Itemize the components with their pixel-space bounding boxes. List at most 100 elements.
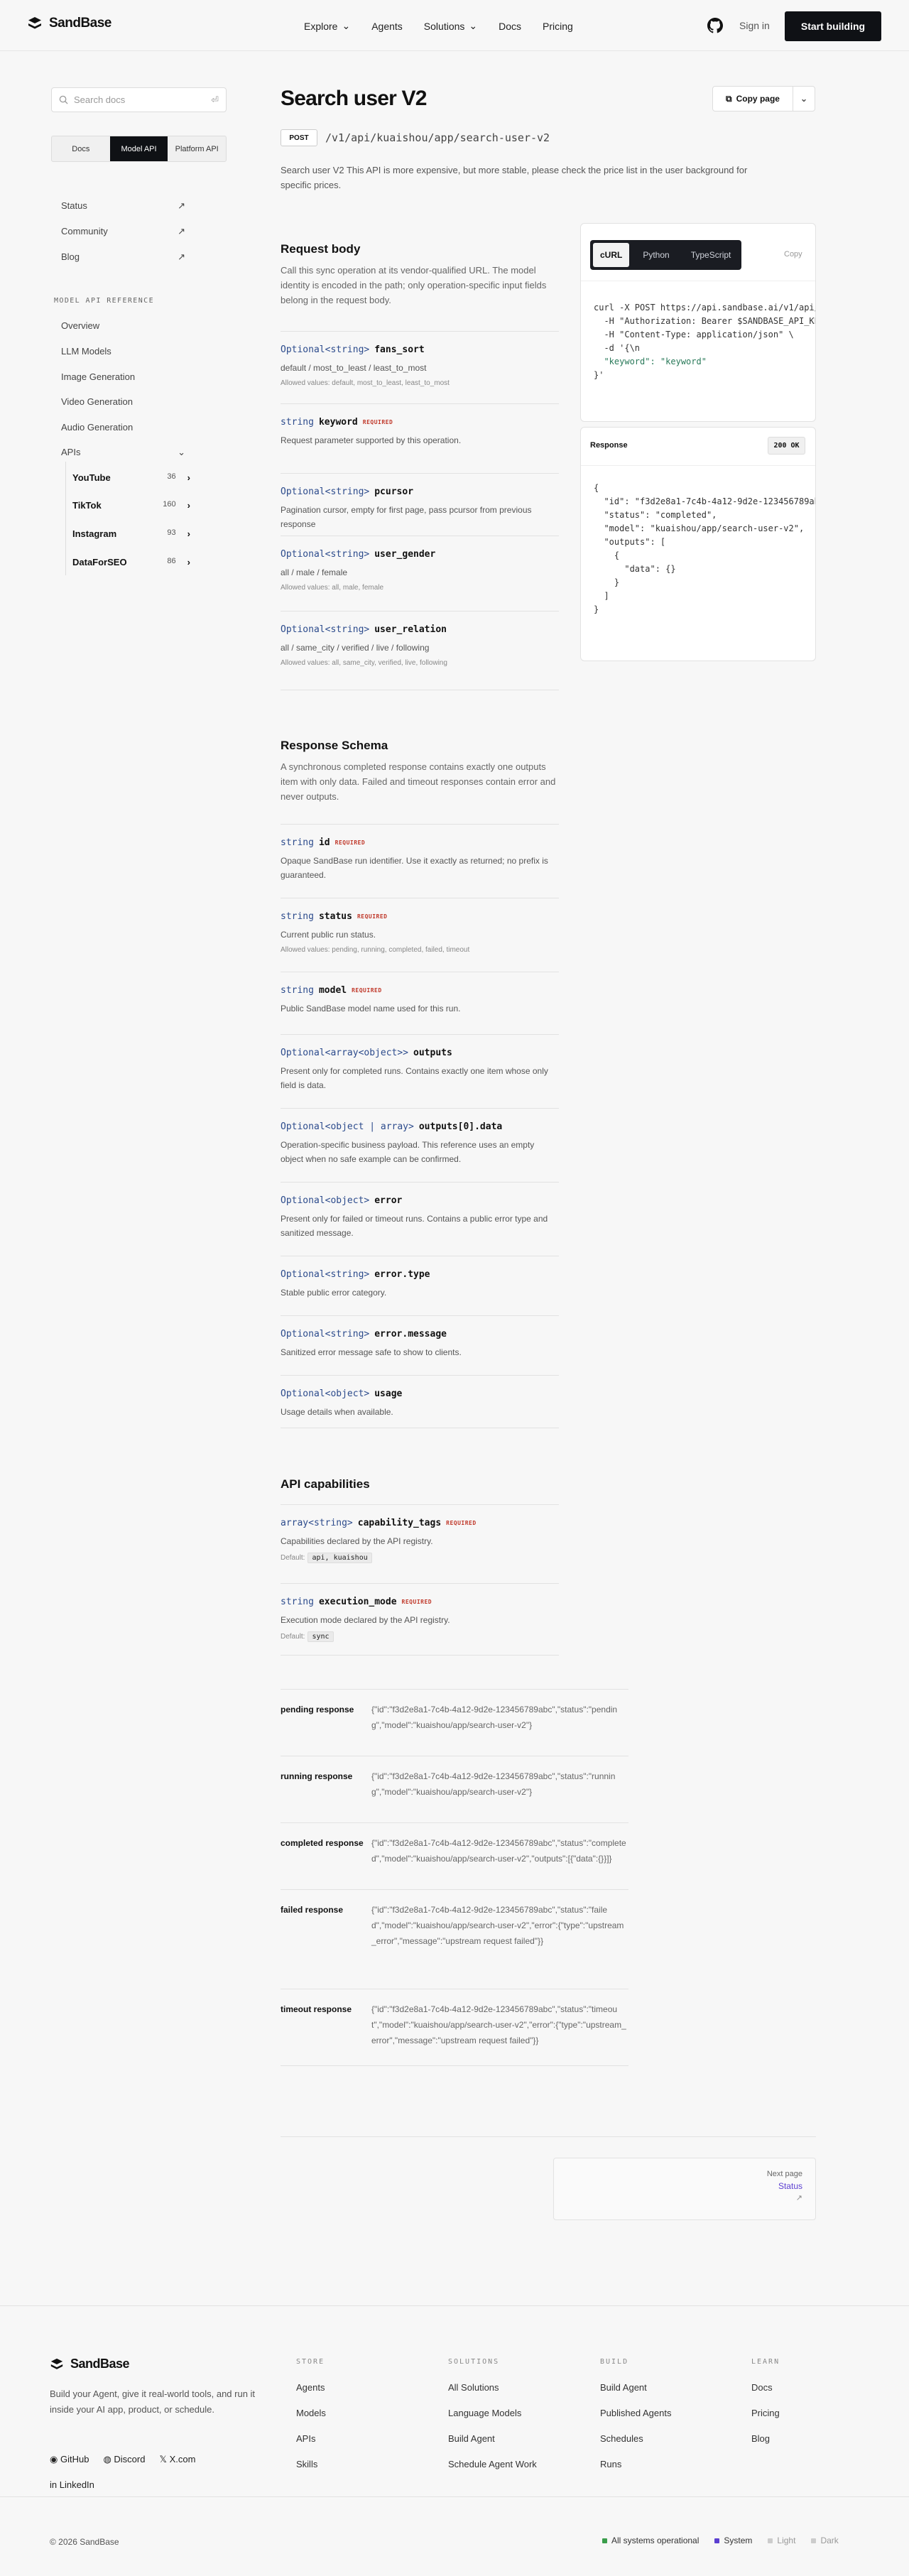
field-allowed-values: Allowed values: all, same_city, verified…	[281, 659, 447, 667]
tab-curl[interactable]: cURL	[593, 243, 630, 267]
example-label: failed response	[281, 1905, 344, 1915]
footer-link[interactable]: Pricing	[751, 2401, 780, 2426]
field-name: outputs[0].data	[418, 1121, 503, 1132]
default-label: Default:	[281, 1633, 305, 1641]
field-type: string	[281, 985, 314, 996]
system-status[interactable]: All systems operational	[602, 2536, 699, 2545]
footer-linkedin[interactable]: in LinkedIn	[50, 2479, 94, 2490]
github-icon[interactable]	[707, 18, 723, 33]
status-dot-icon	[602, 2538, 607, 2543]
sidebar-item-audio-generation[interactable]: Audio Generation	[61, 422, 133, 433]
response-example-row: pending response {"id":"f3d2e8a1-7c4b-4a1…	[281, 1689, 628, 1733]
footer-link[interactable]: Docs	[751, 2375, 780, 2401]
sidebar-api-youtube[interactable]: YouTube 36 ›	[72, 472, 190, 483]
footer-link[interactable]: All Solutions	[448, 2375, 537, 2401]
nav-pricing[interactable]: Pricing	[543, 20, 573, 32]
code-line: }	[594, 604, 599, 614]
footer-link[interactable]: Schedule Agent Work	[448, 2452, 537, 2477]
copy-page-button[interactable]: ⧉ Copy page ⌄	[712, 86, 815, 112]
footer-link[interactable]: Agents	[296, 2375, 326, 2401]
code-line: "status": "completed",	[594, 510, 717, 520]
start-building-button[interactable]: Start building	[785, 11, 881, 41]
copy-page-main[interactable]: ⧉ Copy page	[713, 87, 793, 111]
field-capability-tags: array<string> capability_tags REQUIRED Capa…	[281, 1504, 559, 1563]
footer-x[interactable]: 𝕏 X.com	[159, 2454, 195, 2465]
sidebar-item-image-generation[interactable]: Image Generation	[61, 371, 135, 382]
nav-docs[interactable]: Docs	[499, 20, 521, 32]
field-description: Pagination cursor, empty for first page,…	[281, 505, 532, 529]
footer-column-learn: Docs Pricing Blog	[751, 2375, 780, 2452]
theme-system[interactable]: System	[714, 2536, 752, 2545]
footer-link[interactable]: Skills	[296, 2452, 326, 2477]
api-name: YouTube	[72, 472, 111, 483]
theme-dot-icon	[714, 2538, 720, 2543]
field-user-relation: Optional<string> user_relation all / same_…	[281, 611, 559, 667]
sidebar-item-overview[interactable]: Overview	[61, 320, 99, 331]
footer-discord[interactable]: ◍ Discord	[103, 2454, 145, 2465]
footer-link[interactable]: Schedules	[600, 2426, 671, 2452]
sidebar-item-video-generation[interactable]: Video Generation	[61, 396, 133, 407]
example-label: timeout response	[281, 2004, 352, 2014]
field-description: Execution mode declared by the API regis…	[281, 1615, 450, 1625]
tab-docs[interactable]: Docs	[52, 136, 110, 161]
theme-light[interactable]: Light	[768, 2536, 795, 2545]
footer-link[interactable]: Published Agents	[600, 2401, 671, 2426]
api-name: DataForSEO	[72, 557, 127, 567]
signin-link[interactable]: Sign in	[739, 20, 770, 31]
sidebar-link-blog[interactable]: Blog ↗	[61, 251, 185, 263]
brand-logo[interactable]: SandBase	[27, 16, 111, 31]
copy-code-button[interactable]: Copy	[784, 250, 802, 259]
api-name: TikTok	[72, 500, 102, 511]
sidebar-api-instagram[interactable]: Instagram 93 ›	[72, 528, 190, 539]
tab-model-api[interactable]: Model API	[109, 136, 168, 161]
footer-link[interactable]: Language Models	[448, 2401, 537, 2426]
footer-github[interactable]: ◉ GitHub	[50, 2454, 89, 2465]
field-fans-sort: Optional<string> fans_sort default / most_…	[281, 331, 559, 387]
tab-python[interactable]: Python	[632, 240, 680, 270]
footer-column-store: Agents Models APIs Skills	[296, 2375, 326, 2477]
footer-link[interactable]: Runs	[600, 2452, 671, 2477]
footer-social-label: Discord	[114, 2454, 146, 2464]
next-page-link[interactable]: Next page Status ↗	[553, 2158, 816, 2220]
footer-link[interactable]: Blog	[751, 2426, 780, 2452]
code-line: "outputs": [	[594, 537, 666, 547]
footer-link[interactable]: Build Agent	[600, 2375, 671, 2401]
footer-logo[interactable]: SandBase	[50, 2357, 130, 2371]
sidebar-link-community[interactable]: Community ↗	[61, 226, 185, 237]
nav-solutions[interactable]: Solutions ⌄	[424, 20, 477, 32]
default-label: Default:	[281, 1554, 305, 1562]
sidebar-api-dataforseo[interactable]: DataForSEO 86 ›	[72, 557, 190, 567]
code-line: }	[594, 577, 620, 587]
nav-agents[interactable]: Agents	[371, 20, 403, 32]
sidebar-item-llm-models[interactable]: LLM Models	[61, 346, 111, 357]
examples-end-divider	[281, 2065, 628, 2066]
field-type: Optional<object>	[281, 1195, 370, 1206]
field-description: Present only for completed runs. Contain…	[281, 1066, 548, 1090]
tab-platform-api[interactable]: Platform API	[168, 136, 226, 161]
code-line: "id": "f3d2e8a1-7c4b-4a12-9d2e-123456789…	[594, 496, 815, 506]
chevron-right-icon: ›	[187, 500, 190, 511]
example-value: {"id":"f3d2e8a1-7c4b-4a12-9d2e-123456789…	[371, 2004, 626, 2045]
field-type: string	[281, 417, 314, 428]
footer-link[interactable]: Build Agent	[448, 2426, 537, 2452]
footer-link[interactable]: Models	[296, 2401, 326, 2426]
sidebar-link-status[interactable]: Status ↗	[61, 200, 185, 212]
nav-explore[interactable]: Explore ⌄	[304, 20, 350, 32]
sidebar-api-tiktok[interactable]: TikTok 160 ›	[72, 500, 190, 511]
field-default: Default: api, kuaishou	[281, 1553, 559, 1563]
field-description: default / most_to_least / least_to_most	[281, 363, 427, 373]
footer-tagline: Build your Agent, give it real-world too…	[50, 2388, 256, 2415]
footer-link[interactable]: APIs	[296, 2426, 326, 2452]
theme-dark[interactable]: Dark	[811, 2536, 839, 2545]
field-type: Optional<object | array>	[281, 1121, 414, 1132]
field-signature: Optional<object> error	[281, 1195, 559, 1206]
api-count: 86	[167, 557, 176, 565]
http-method-badge: POST	[281, 129, 317, 146]
field-description: all / male / female	[281, 567, 348, 577]
sidebar-item-apis[interactable]: APIs ⌄	[61, 447, 185, 458]
search-input[interactable]: Search docs ⏎	[51, 87, 227, 112]
tab-typescript[interactable]: TypeScript	[680, 240, 742, 270]
field-model: string model REQUIRED Public SandBase model…	[281, 972, 559, 1020]
field-signature: Optional<object | array> outputs[0].data	[281, 1121, 559, 1132]
copy-page-dropdown[interactable]: ⌄	[793, 94, 815, 104]
